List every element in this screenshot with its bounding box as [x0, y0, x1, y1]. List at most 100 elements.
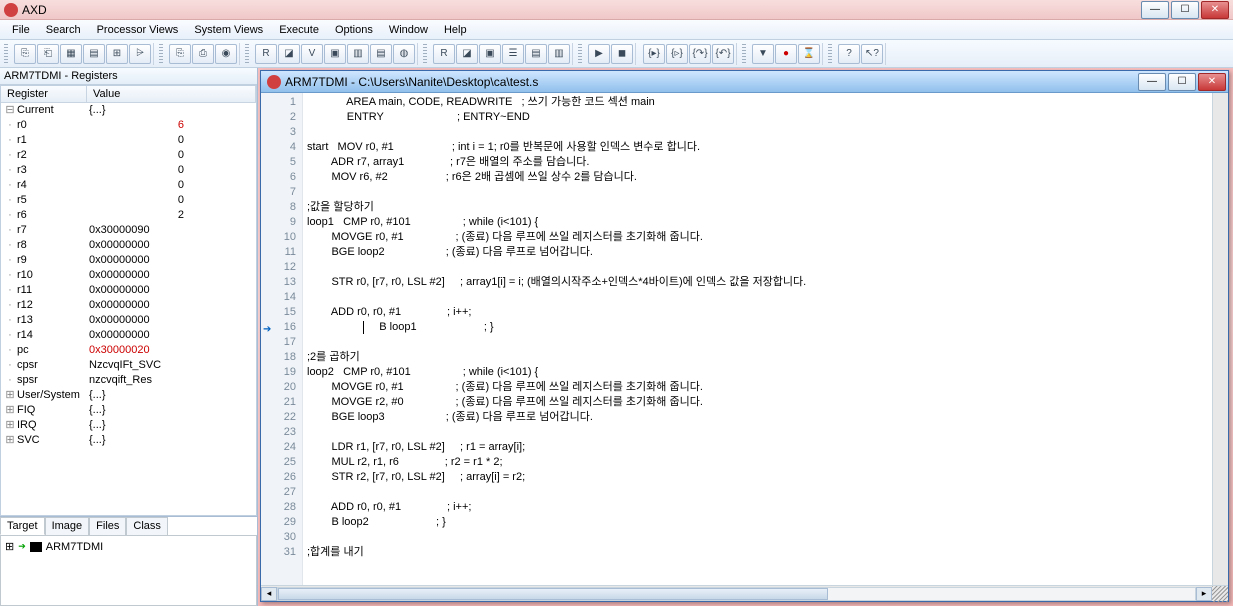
line-number[interactable]: 23	[261, 425, 302, 440]
code-line[interactable]	[307, 425, 1208, 440]
line-number[interactable]: 11	[261, 245, 302, 260]
menu-file[interactable]: File	[4, 22, 38, 38]
line-number[interactable]: 10	[261, 230, 302, 245]
maximize-button[interactable]	[1171, 1, 1199, 19]
tool-btn[interactable]: ▤	[370, 44, 392, 64]
target-item[interactable]: ⊞ ➔ ARM7TDMI	[5, 540, 252, 553]
code-line[interactable]	[307, 335, 1208, 350]
tool-btn[interactable]: ⩥	[129, 44, 151, 64]
line-number[interactable]: 27	[261, 485, 302, 500]
code-line[interactable]: MUL r2, r1, r6 ; r2 = r1 * 2;	[307, 455, 1208, 470]
code-line[interactable]: AREA main, CODE, READWRITE ; 쓰기 가능한 코드 섹…	[307, 95, 1208, 110]
code-line[interactable]	[307, 485, 1208, 500]
tool-btn[interactable]: ⎘	[14, 44, 36, 64]
code-line[interactable]: BGE loop3 ; (종료) 다음 루프로 넘어갑니다.	[307, 410, 1208, 425]
expand-icon[interactable]: ⊞	[3, 433, 17, 448]
line-number[interactable]: 18	[261, 350, 302, 365]
tab-image[interactable]: Image	[45, 517, 90, 535]
line-number[interactable]: 31	[261, 545, 302, 560]
line-number[interactable]: 9	[261, 215, 302, 230]
register-row[interactable]: ·r130x00000000	[1, 313, 256, 328]
line-number[interactable]: 25	[261, 455, 302, 470]
tool-btn[interactable]: ▣	[479, 44, 501, 64]
code-line[interactable]: ADR r7, array1 ; r7은 배열의 주소를 담습니다.	[307, 155, 1208, 170]
register-row[interactable]: ·r20	[1, 148, 256, 163]
code-line[interactable]: MOVGE r2, #0 ; (종료) 다음 루프에 쓰일 레지스터를 초기화해…	[307, 395, 1208, 410]
tool-btn[interactable]: R	[255, 44, 277, 64]
code-line[interactable]: loop2 CMP r0, #101 ; while (i<101) {	[307, 365, 1208, 380]
line-number[interactable]: 24	[261, 440, 302, 455]
line-number[interactable]: 26	[261, 470, 302, 485]
scroll-track[interactable]	[277, 587, 1196, 601]
code-line[interactable]: start MOV r0, #1 ; int i = 1; r0를 반복문에 사…	[307, 140, 1208, 155]
scroll-left-arrow-icon[interactable]: ◂	[261, 587, 277, 601]
line-number[interactable]: 28	[261, 500, 302, 515]
line-number[interactable]: 14	[261, 290, 302, 305]
context-help-button[interactable]: ↖?	[861, 44, 883, 64]
code-line[interactable]: ;2를 곱하기	[307, 350, 1208, 365]
menu-help[interactable]: Help	[436, 22, 475, 38]
tab-files[interactable]: Files	[89, 517, 126, 535]
line-number[interactable]: 30	[261, 530, 302, 545]
tool-btn[interactable]: ▼	[752, 44, 774, 64]
register-group[interactable]: ⊞FIQ{...}	[1, 403, 256, 418]
code-line[interactable]: ;값을 할당하기	[307, 200, 1208, 215]
register-row[interactable]: ·r100x00000000	[1, 268, 256, 283]
register-row[interactable]: ·r62	[1, 208, 256, 223]
code-line[interactable]	[307, 260, 1208, 275]
horizontal-scrollbar[interactable]: ◂ ▸	[261, 585, 1228, 601]
code-minimize-button[interactable]	[1138, 73, 1166, 91]
line-number[interactable]: 3	[261, 125, 302, 140]
register-group[interactable]: ⊞IRQ{...}	[1, 418, 256, 433]
code-line[interactable]: ;합계를 내기	[307, 545, 1208, 560]
register-group[interactable]: ⊞SVC{...}	[1, 433, 256, 448]
tool-btn[interactable]: ⊞	[106, 44, 128, 64]
register-row[interactable]: ·pc0x30000020	[1, 343, 256, 358]
tool-btn[interactable]: ▣	[324, 44, 346, 64]
code-line[interactable]	[307, 530, 1208, 545]
expand-icon[interactable]: ⊞	[3, 388, 17, 403]
menu-sysview[interactable]: System Views	[186, 22, 271, 38]
code-line[interactable]: STR r2, [r7, r0, LSL #2] ; array[i] = r2…	[307, 470, 1208, 485]
code-close-button[interactable]	[1198, 73, 1226, 91]
tool-btn[interactable]: V	[301, 44, 323, 64]
code-area[interactable]: AREA main, CODE, READWRITE ; 쓰기 가능한 코드 섹…	[303, 93, 1212, 585]
line-number[interactable]: 7	[261, 185, 302, 200]
register-group[interactable]: ⊞User/System{...}	[1, 388, 256, 403]
tool-btn[interactable]: ▤	[525, 44, 547, 64]
line-number[interactable]: 13	[261, 275, 302, 290]
register-row[interactable]: ·r30	[1, 163, 256, 178]
line-number[interactable]: 21	[261, 395, 302, 410]
code-line[interactable]: ADD r0, r0, #1 ; i++;	[307, 500, 1208, 515]
line-number[interactable]: 6	[261, 170, 302, 185]
code-line[interactable]: ADD r0, r0, #1 ; i++;	[307, 305, 1208, 320]
code-line[interactable]	[307, 125, 1208, 140]
code-line[interactable]	[307, 185, 1208, 200]
code-line[interactable]: B loop1 ; }	[307, 320, 1208, 335]
register-row[interactable]: ·r140x00000000	[1, 328, 256, 343]
line-number[interactable]: 19	[261, 365, 302, 380]
code-line[interactable]	[307, 290, 1208, 305]
tool-btn[interactable]: ◪	[278, 44, 300, 64]
step-button[interactable]: {▸}	[643, 44, 665, 64]
stop-button[interactable]: ◼	[611, 44, 633, 64]
vertical-scrollbar[interactable]	[1212, 93, 1228, 585]
register-row[interactable]: ·r80x00000000	[1, 238, 256, 253]
register-row[interactable]: ·r70x30000090	[1, 223, 256, 238]
tool-btn[interactable]: ◪	[456, 44, 478, 64]
run-button[interactable]: ▶	[588, 44, 610, 64]
resize-grip-icon[interactable]	[1212, 586, 1228, 602]
tool-btn[interactable]: R	[433, 44, 455, 64]
tool-btn[interactable]: ⌛	[798, 44, 820, 64]
code-line[interactable]: LDR r1, [r7, r0, LSL #2] ; r1 = array[i]…	[307, 440, 1208, 455]
main-titlebar[interactable]: AXD	[0, 0, 1233, 20]
line-number[interactable]: 4	[261, 140, 302, 155]
tool-btn[interactable]: ⎙	[192, 44, 214, 64]
code-line[interactable]: B loop2 ; }	[307, 515, 1208, 530]
line-number[interactable]: 12	[261, 260, 302, 275]
tab-class[interactable]: Class	[126, 517, 168, 535]
register-row[interactable]: ·r40	[1, 178, 256, 193]
tool-btn[interactable]: ⎗	[37, 44, 59, 64]
menu-options[interactable]: Options	[327, 22, 381, 38]
line-number[interactable]: 22	[261, 410, 302, 425]
